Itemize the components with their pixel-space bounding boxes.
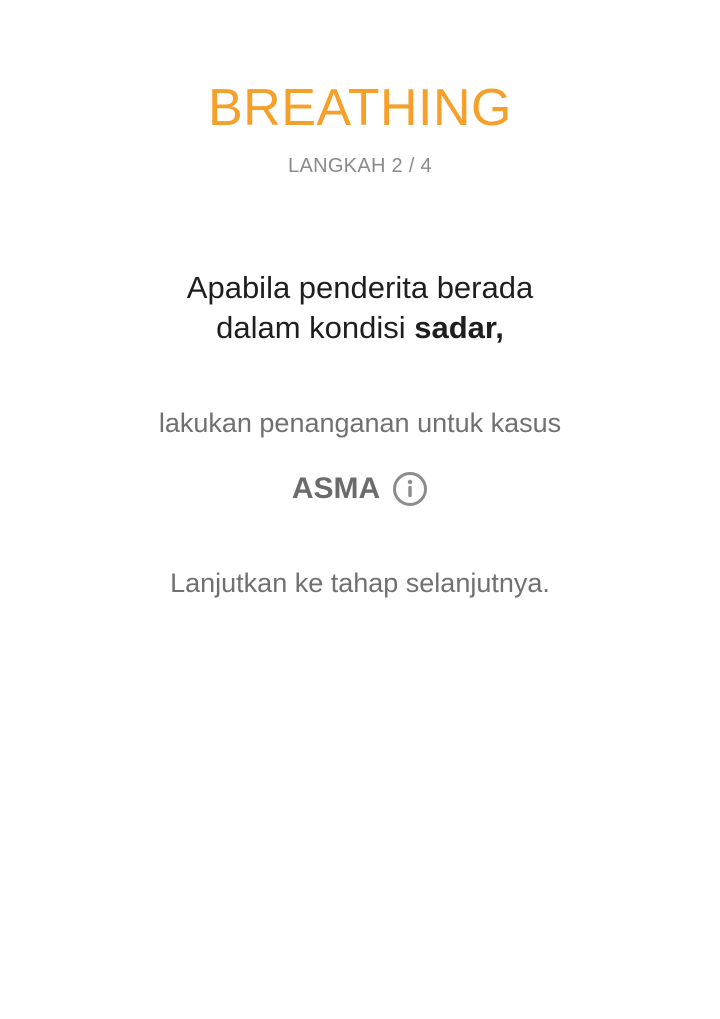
condition-punctuation: , bbox=[495, 310, 504, 345]
condition-emphasis: sadar bbox=[414, 310, 496, 345]
condition-line-1: Apabila penderita berada bbox=[186, 270, 534, 305]
case-label: ASMA bbox=[291, 472, 381, 505]
next-step-text: Lanjutkan ke tahap selanjutnya. bbox=[170, 568, 550, 598]
condition-line-2-prefix: dalam kondisi bbox=[216, 310, 415, 345]
step-screen: BREATHING LANGKAH 2 / 4 Apabila penderit… bbox=[0, 0, 720, 1019]
case-row: ASMA bbox=[0, 468, 720, 510]
instruction-text: lakukan penanganan untuk kasus bbox=[158, 408, 562, 438]
page-title: BREATHING bbox=[207, 79, 512, 137]
info-icon[interactable] bbox=[392, 471, 428, 507]
step-indicator: LANGKAH 2 / 4 bbox=[288, 155, 432, 177]
condition-text: Apabila penderita berada dalam kondisi s… bbox=[0, 268, 720, 348]
